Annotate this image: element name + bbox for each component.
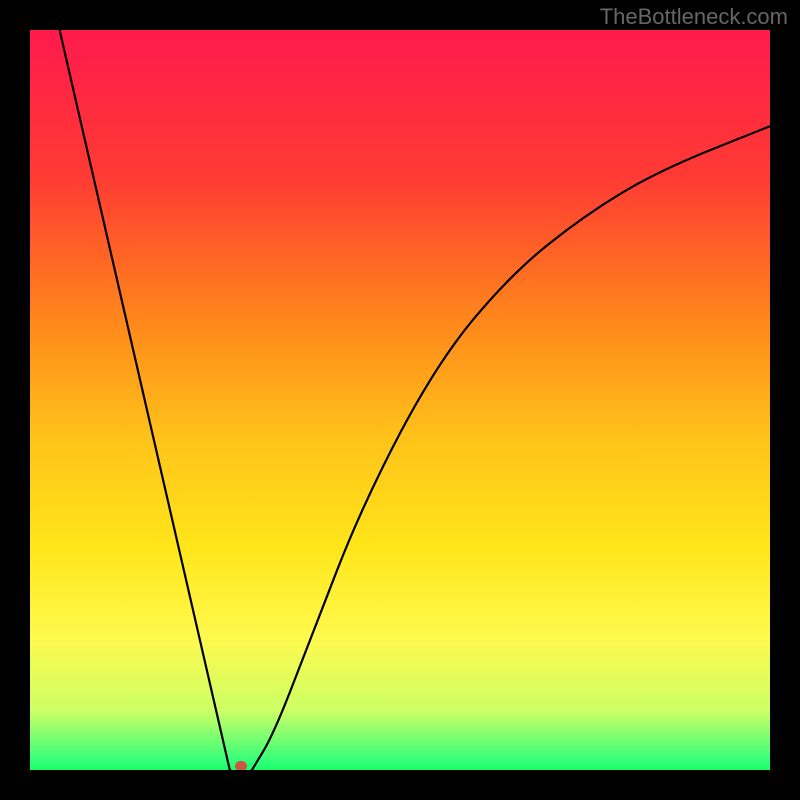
chart-marker	[235, 761, 247, 770]
watermark-text: TheBottleneck.com	[600, 4, 788, 30]
chart-plot-area	[30, 30, 770, 770]
chart-curve	[30, 30, 770, 770]
